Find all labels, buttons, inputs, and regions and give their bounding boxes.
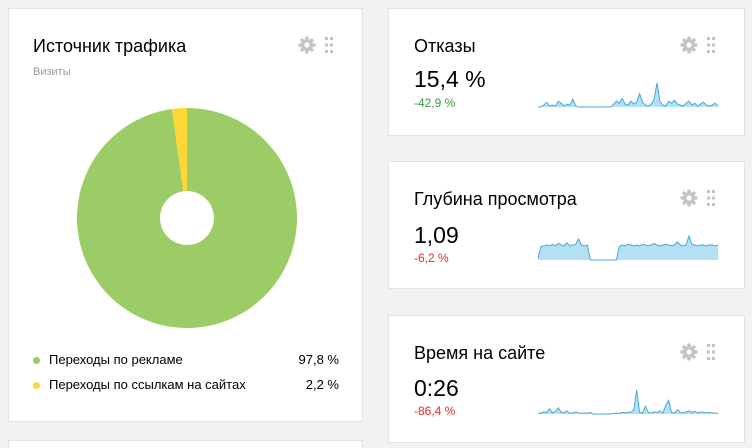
card-title: Источник трафика — [33, 36, 187, 56]
card-tools — [298, 36, 333, 54]
metric-change: -86,4 % — [414, 404, 456, 418]
traffic-source-card: Источник трафика Визиты Переходы по рекл… — [8, 8, 363, 422]
sparkline-chart — [538, 82, 718, 108]
legend-item-links: Переходы по ссылкам на сайтах — [33, 377, 246, 393]
gear-icon[interactable] — [680, 36, 698, 54]
metric-value: 1,09 — [414, 222, 459, 248]
drag-handle-icon[interactable] — [707, 344, 715, 360]
legend-dot-yellow — [33, 381, 40, 389]
next-card — [8, 440, 363, 448]
gear-icon[interactable] — [298, 36, 316, 54]
sparkline-chart — [538, 234, 718, 261]
card-tools — [680, 189, 715, 207]
drag-handle-icon[interactable] — [707, 190, 715, 206]
legend-dot-green — [33, 356, 40, 364]
drag-handle-icon[interactable] — [325, 37, 333, 53]
bounce-rate-card: Отказы 15,4 % -42,9 % — [388, 8, 745, 136]
traffic-pie-chart — [77, 108, 297, 329]
gear-icon[interactable] — [680, 189, 698, 207]
sparkline-line — [538, 82, 718, 108]
card-subtitle: Визиты — [33, 66, 71, 78]
legend-item-ads: Переходы по рекламе — [33, 352, 183, 368]
sparkline-chart — [538, 389, 718, 415]
time-on-site-card: Время на сайте 0:26 -86,4 % — [388, 315, 745, 443]
gear-icon[interactable] — [680, 343, 698, 361]
pie-slice-ads[interactable] — [77, 108, 297, 329]
drag-handle-icon[interactable] — [707, 37, 715, 53]
sparkline-area — [538, 236, 718, 260]
card-title: Отказы — [414, 36, 476, 56]
metric-value: 0:26 — [414, 375, 459, 401]
legend-value: 2,2 % — [305, 377, 339, 392]
metric-change: -42,9 % — [414, 96, 456, 110]
card-tools — [680, 36, 715, 54]
sparkline-area — [538, 390, 718, 414]
legend-label: Переходы по ссылкам на сайтах — [49, 377, 246, 392]
card-tools — [680, 343, 715, 361]
metric-change: -6,2 % — [414, 251, 449, 265]
legend-value: 97,8 % — [298, 352, 339, 367]
card-title: Глубина просмотра — [414, 189, 577, 209]
page-depth-card: Глубина просмотра 1,09 -6,2 % — [388, 161, 745, 289]
sparkline-line — [538, 389, 718, 415]
legend-label: Переходы по рекламе — [49, 352, 183, 367]
metric-value: 15,4 % — [414, 66, 486, 92]
card-title: Время на сайте — [414, 343, 546, 363]
